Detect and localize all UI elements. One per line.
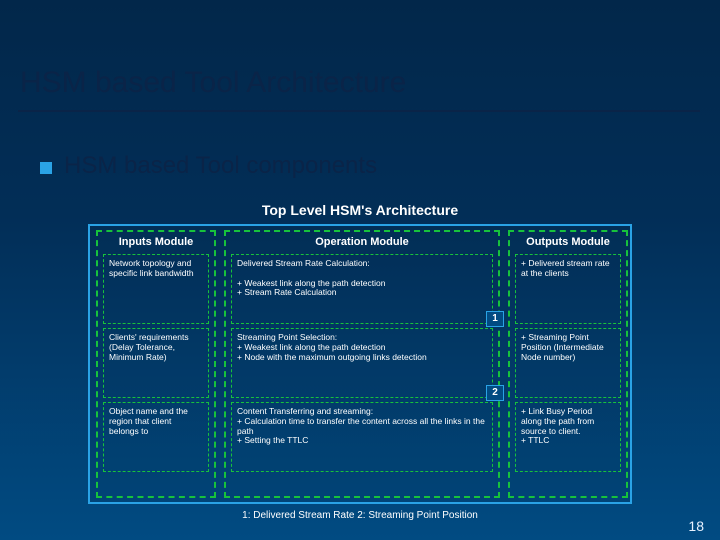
inputs-header: Inputs Module [98,232,214,250]
title-underline [18,110,700,112]
input-row-2: Object name and the region that client b… [103,402,209,472]
page-number: 18 [688,518,704,534]
op-row-1: Streaming Point Selection: + Weakest lin… [231,328,493,398]
architecture-frame: Inputs Module Network topology and speci… [88,224,632,504]
badge-2: 2 [486,385,504,401]
input-row-0: Network topology and specific link bandw… [103,254,209,324]
bullet-icon [40,162,52,174]
outputs-column: Outputs Module + Delivered stream rate a… [508,230,628,498]
outputs-header: Outputs Module [510,232,626,250]
operation-column: Operation Module Delivered Stream Rate C… [224,230,500,498]
inputs-column: Inputs Module Network topology and speci… [96,230,216,498]
output-row-1: + Streaming Point Position (Intermediate… [515,328,621,398]
op-row-2: Content Transferring and streaming: + Ca… [231,402,493,472]
diagram-caption: Top Level HSM's Architecture [0,202,720,218]
op-row-0: Delivered Stream Rate Calculation: + Wea… [231,254,493,324]
op-text-0: Delivered Stream Rate Calculation: + Wea… [237,258,385,297]
op-text-1: Streaming Point Selection: + Weakest lin… [237,332,427,362]
input-row-1: Clients' requirements (Delay Tolerance, … [103,328,209,398]
operation-header: Operation Module [226,232,498,250]
op-text-2: Content Transferring and streaming: + Ca… [237,406,485,445]
bullet-text: HSM based Tool components [64,152,377,180]
page-title: HSM based Tool Architecture [20,66,406,100]
output-row-0: + Delivered stream rate at the clients [515,254,621,324]
legend: 1: Delivered Stream Rate 2: Streaming Po… [0,510,720,521]
badge-1: 1 [486,311,504,327]
output-row-2: + Link Busy Period along the path from s… [515,402,621,472]
